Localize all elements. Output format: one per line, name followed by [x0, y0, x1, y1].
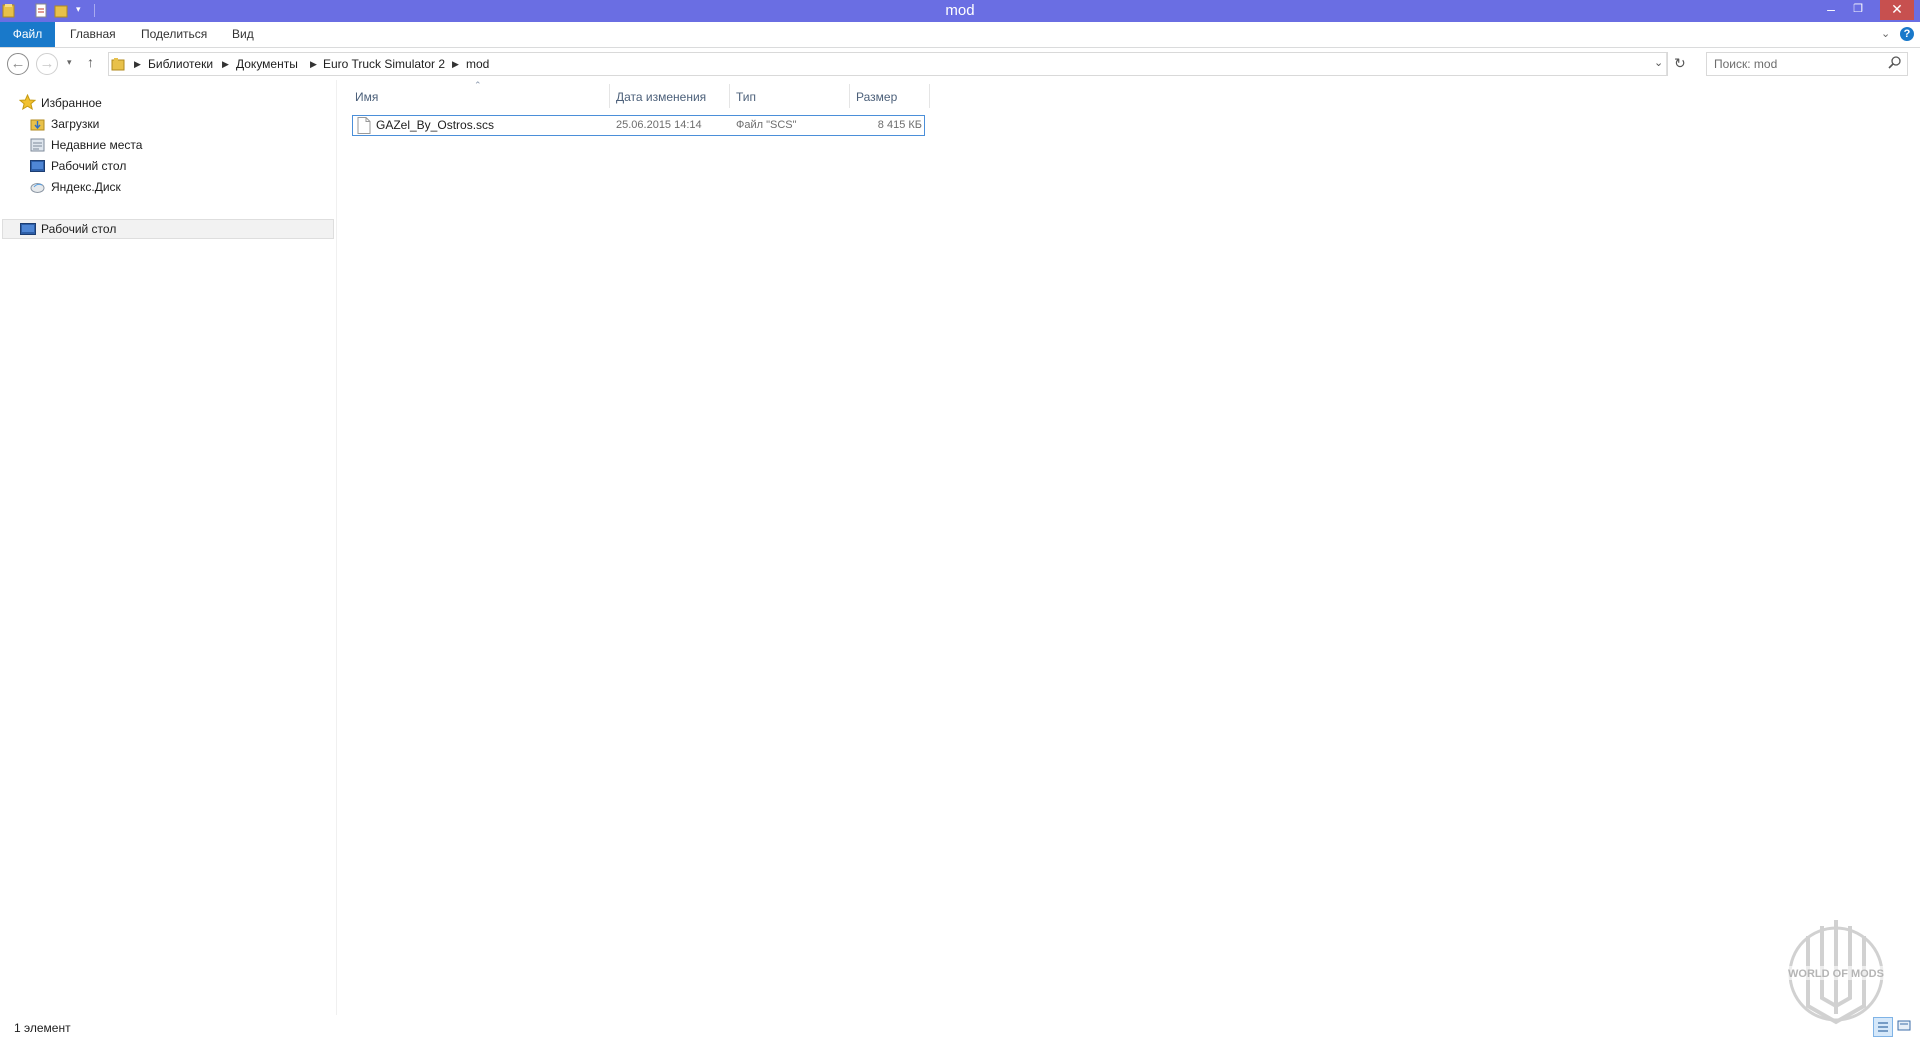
column-separator[interactable] — [609, 84, 610, 108]
ribbon-expand-icon[interactable]: ⌄ — [1881, 27, 1890, 40]
file-icon — [357, 117, 371, 137]
favorites-star-icon — [18, 93, 37, 113]
breadcrumb-separator[interactable]: ▶ — [134, 52, 141, 76]
breadcrumb-mod[interactable]: mod — [466, 52, 489, 76]
help-icon[interactable]: ? — [1900, 27, 1914, 41]
sidebar-desktop-root-label: Рабочий стол — [41, 222, 117, 236]
tab-view[interactable]: Вид — [232, 22, 254, 47]
restore-button[interactable]: ❐ — [1845, 0, 1871, 20]
search-placeholder: Поиск: mod — [1714, 57, 1778, 71]
address-divider — [1666, 53, 1667, 75]
breadcrumb-documents[interactable]: Документы — [236, 52, 298, 76]
downloads-icon — [30, 117, 45, 134]
sidebar-item-downloads[interactable]: Загрузки — [51, 114, 99, 134]
search-icon[interactable] — [1888, 56, 1901, 72]
world-of-mods-watermark-logo: WORLD OF MODS — [1772, 918, 1900, 1030]
column-separator[interactable] — [729, 84, 730, 108]
sidebar-item-yandex-disk[interactable]: Яндекс.Диск — [51, 177, 121, 197]
sidebar-favorites-header[interactable]: Избранное — [41, 93, 102, 113]
breadcrumb-separator[interactable]: ▶ — [222, 52, 229, 76]
window-title: mod — [945, 2, 975, 19]
address-history-chevron-icon[interactable]: ⌄ — [1654, 56, 1663, 69]
file-name[interactable]: GAZel_By_Ostros.scs — [376, 115, 494, 136]
recent-places-icon — [30, 138, 45, 155]
library-folder-icon — [111, 57, 125, 74]
sidebar-item-desktop[interactable]: Рабочий стол — [51, 156, 126, 176]
refresh-icon[interactable]: ↻ — [1674, 55, 1686, 72]
column-separator[interactable] — [849, 84, 850, 108]
back-button[interactable]: ← — [7, 53, 29, 75]
column-separator[interactable] — [929, 84, 930, 108]
breadcrumb-separator[interactable]: ▶ — [452, 52, 459, 76]
desktop-root-icon — [20, 223, 36, 238]
ribbon-tabs — [0, 22, 1920, 48]
watermark-text: WORLD OF MODS — [1788, 968, 1884, 980]
tab-home[interactable]: Главная — [70, 22, 116, 47]
up-button[interactable]: ↑ — [87, 54, 94, 70]
breadcrumb-separator[interactable]: ▶ — [310, 52, 317, 76]
sidebar-divider — [336, 80, 337, 1015]
file-size: 8 415 КБ — [877, 119, 922, 131]
tab-share[interactable]: Поделиться — [141, 22, 207, 47]
column-header-size[interactable]: Размер — [856, 86, 897, 108]
recent-locations-dropdown-icon[interactable]: ▾ — [67, 57, 72, 68]
tab-file[interactable]: Файл — [0, 22, 55, 47]
sidebar-item-recent-places[interactable]: Недавние места — [51, 135, 142, 155]
breadcrumb-libraries[interactable]: Библиотеки — [148, 52, 213, 76]
column-header-date[interactable]: Дата изменения — [616, 86, 706, 108]
status-item-count: 1 элемент — [14, 1021, 71, 1035]
forward-button[interactable]: → — [36, 53, 58, 75]
column-header-name[interactable]: Имя — [355, 86, 378, 108]
close-button[interactable]: ✕ — [1880, 0, 1914, 20]
breadcrumb-ets2[interactable]: Euro Truck Simulator 2 — [323, 52, 445, 76]
minimize-button[interactable]: – — [1818, 0, 1844, 20]
yandex-disk-icon — [30, 180, 45, 197]
desktop-icon — [30, 160, 45, 175]
file-type: Файл "SCS" — [736, 119, 797, 131]
column-header-type[interactable]: Тип — [736, 86, 756, 108]
sort-ascending-icon: ⌃ — [474, 80, 482, 90]
file-date: 25.06.2015 14:14 — [616, 119, 702, 131]
